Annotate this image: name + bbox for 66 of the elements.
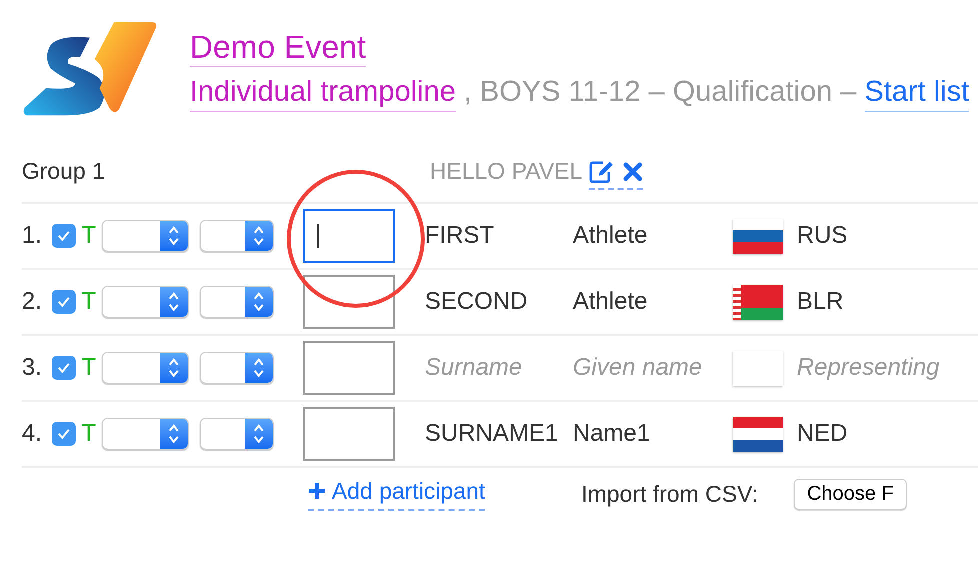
separator-text: – <box>840 75 857 110</box>
checkbox[interactable] <box>52 290 76 314</box>
surname-field[interactable]: SURNAME1 <box>425 420 573 448</box>
representing-field[interactable]: NED <box>797 420 848 448</box>
checkmark-icon <box>57 230 71 242</box>
plus-icon <box>308 482 326 500</box>
checkbox[interactable] <box>52 224 76 248</box>
logo-icon <box>22 20 158 118</box>
dropdown-field[interactable] <box>200 286 274 318</box>
flag-icon <box>733 218 783 254</box>
given-name-field[interactable]: Name1 <box>573 420 733 448</box>
panel-name: HELLO PAVEL <box>430 158 583 184</box>
checkmark-icon <box>57 296 71 308</box>
round-text: Qualification <box>672 75 832 110</box>
surname-field[interactable]: SECOND <box>425 288 573 316</box>
category-text: , BOYS 11-12 <box>464 75 641 110</box>
input-field[interactable] <box>303 209 395 263</box>
checkmark-icon <box>57 428 71 440</box>
row-number: 4. <box>22 420 44 448</box>
edit-icon[interactable] <box>588 160 615 184</box>
input-field[interactable] <box>303 407 395 461</box>
checkbox[interactable] <box>52 356 76 380</box>
team-mark: T <box>80 222 98 250</box>
dropdown-field[interactable] <box>102 220 189 252</box>
dropdown-field[interactable] <box>200 352 274 384</box>
given-name-field[interactable]: Athlete <box>573 288 733 316</box>
checkmark-icon <box>57 362 71 374</box>
row-number: 2. <box>22 288 44 316</box>
representing-field[interactable]: RUS <box>797 222 848 250</box>
choose-file-button[interactable]: Choose F <box>794 478 907 510</box>
team-mark: T <box>80 420 98 448</box>
row-number: 1. <box>22 222 44 250</box>
dropdown-field[interactable] <box>102 286 189 318</box>
dropdown-field[interactable] <box>102 352 189 384</box>
start-list-link[interactable]: Start list <box>864 73 970 112</box>
up-down-chevron-icon <box>245 419 273 449</box>
close-icon[interactable] <box>622 162 643 182</box>
given-name-field[interactable]: Athlete <box>573 222 733 250</box>
row-number: 3. <box>22 354 44 382</box>
add-participant-label: Add participant <box>332 478 486 504</box>
up-down-chevron-icon <box>160 287 188 317</box>
surname-field[interactable]: FIRST <box>425 222 573 250</box>
flag-icon <box>733 284 783 320</box>
dropdown-field[interactable] <box>200 418 274 450</box>
checkbox[interactable] <box>52 422 76 446</box>
discipline-link[interactable]: Individual trampoline <box>190 73 456 112</box>
input-field[interactable] <box>303 341 395 395</box>
up-down-chevron-icon <box>245 353 273 383</box>
up-down-chevron-icon <box>160 221 188 251</box>
flag-icon <box>733 416 783 452</box>
add-participant-link[interactable]: Add participant <box>308 478 486 510</box>
up-down-chevron-icon <box>245 287 273 317</box>
up-down-chevron-icon <box>245 221 273 251</box>
event-title-link[interactable]: Demo Event <box>190 28 366 67</box>
dropdown-field[interactable] <box>102 418 189 450</box>
team-mark: T <box>80 354 98 382</box>
group-title: Group 1 <box>22 158 106 184</box>
representing-field[interactable]: BLR <box>797 288 844 316</box>
import-label: Import from CSV: <box>581 480 758 508</box>
up-down-chevron-icon <box>160 353 188 383</box>
blank-flag-icon <box>733 350 783 386</box>
team-mark: T <box>80 288 98 316</box>
up-down-chevron-icon <box>160 419 188 449</box>
input-field[interactable] <box>303 275 395 329</box>
separator-text: – <box>648 75 665 110</box>
dropdown-field[interactable] <box>200 220 274 252</box>
